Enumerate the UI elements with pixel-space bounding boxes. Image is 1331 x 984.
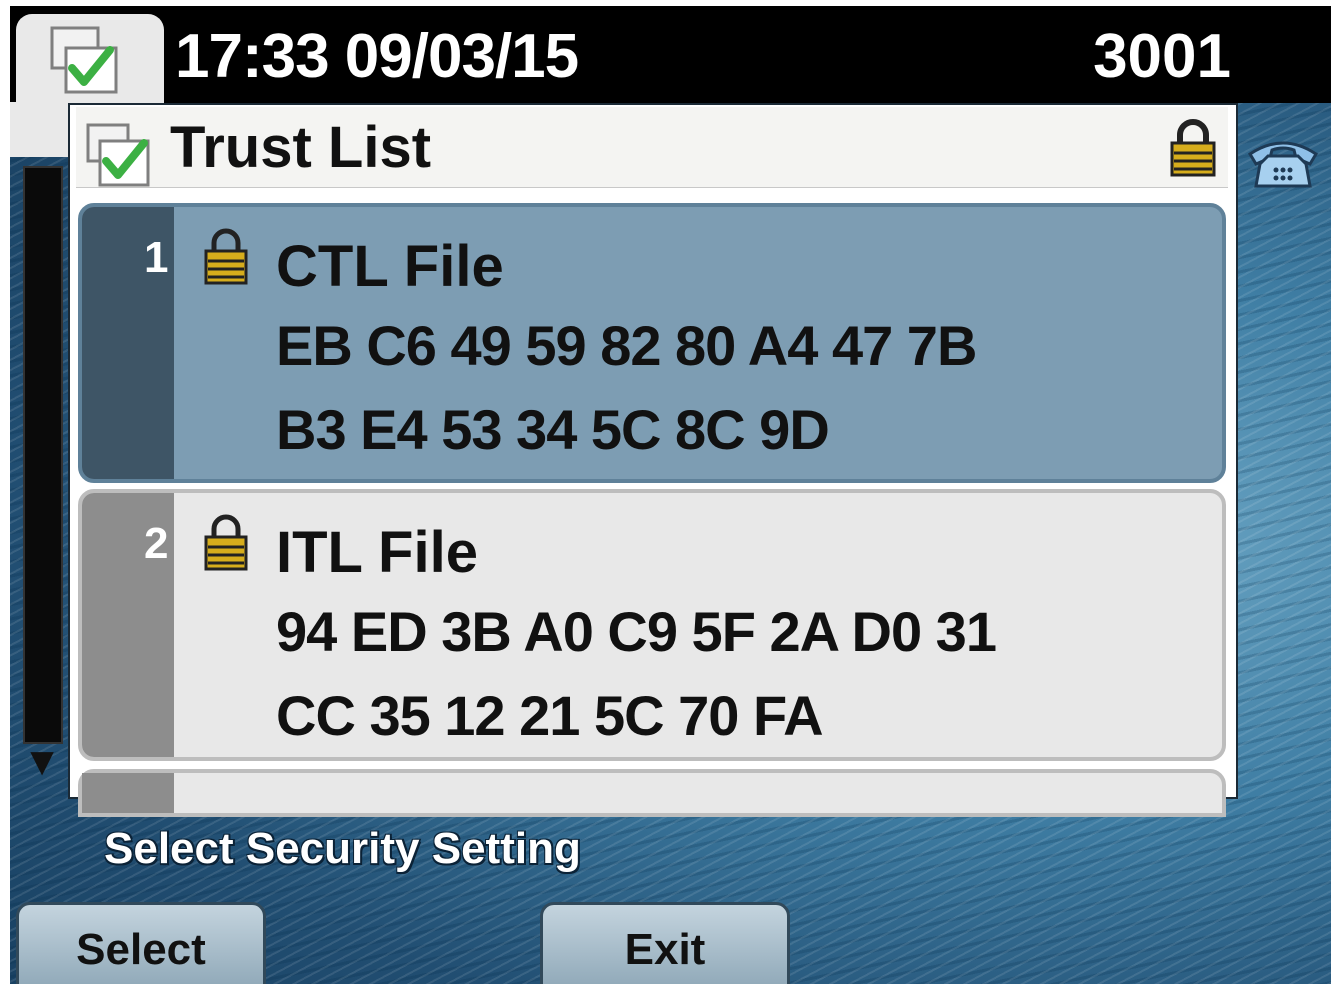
- trust-list-panel: Trust List 1 CTL File EB C6 49 59 82 80 …: [68, 103, 1238, 817]
- item-hash-line-2: B3 E4 53 34 5C 8C 9D: [276, 398, 830, 461]
- scrollbar[interactable]: [23, 166, 63, 744]
- panel-header: Trust List: [76, 107, 1228, 188]
- select-button[interactable]: Select: [16, 902, 266, 984]
- item-hash-line-1: EB C6 49 59 82 80 A4 47 7B: [276, 314, 977, 377]
- prompt-text: Select Security Setting: [104, 824, 581, 873]
- exit-button[interactable]: Exit: [540, 902, 790, 984]
- item-hash-line-2: CC 35 12 21 5C 70 FA: [276, 684, 824, 747]
- item-number: 1: [144, 233, 169, 282]
- line-number: 3001: [1093, 22, 1231, 91]
- list-item-partial[interactable]: [78, 769, 1226, 817]
- scroll-down-arrow-icon[interactable]: ▼: [22, 741, 62, 783]
- checklist-icon: [84, 123, 164, 194]
- row-stripe: [82, 773, 174, 813]
- list-item-itl-file[interactable]: 2 ITL File 94 ED 3B A0 C9 5F 2A D0 31 CC…: [78, 489, 1226, 761]
- item-number: 2: [144, 519, 169, 568]
- item-name: ITL File: [276, 520, 478, 585]
- checklist-icon: [48, 26, 128, 103]
- app-tab[interactable]: [16, 14, 164, 110]
- padlock-icon: [1168, 119, 1218, 182]
- tab-base: [10, 102, 68, 157]
- padlock-icon: [202, 513, 250, 578]
- page-title: Trust List: [170, 115, 432, 180]
- phone-icon: [1246, 134, 1320, 195]
- item-name: CTL File: [276, 234, 504, 299]
- list-item-ctl-file[interactable]: 1 CTL File EB C6 49 59 82 80 A4 47 7B B3…: [78, 203, 1226, 483]
- padlock-icon: [202, 227, 250, 292]
- status-bar: 17:33 09/03/15 3001: [10, 6, 1331, 103]
- item-hash-line-1: 94 ED 3B A0 C9 5F 2A D0 31: [276, 600, 997, 663]
- phone-screen: 17:33 09/03/15 3001 ▼ Trust List 1 CTL F…: [10, 6, 1331, 984]
- clock-date: 17:33 09/03/15: [175, 22, 579, 91]
